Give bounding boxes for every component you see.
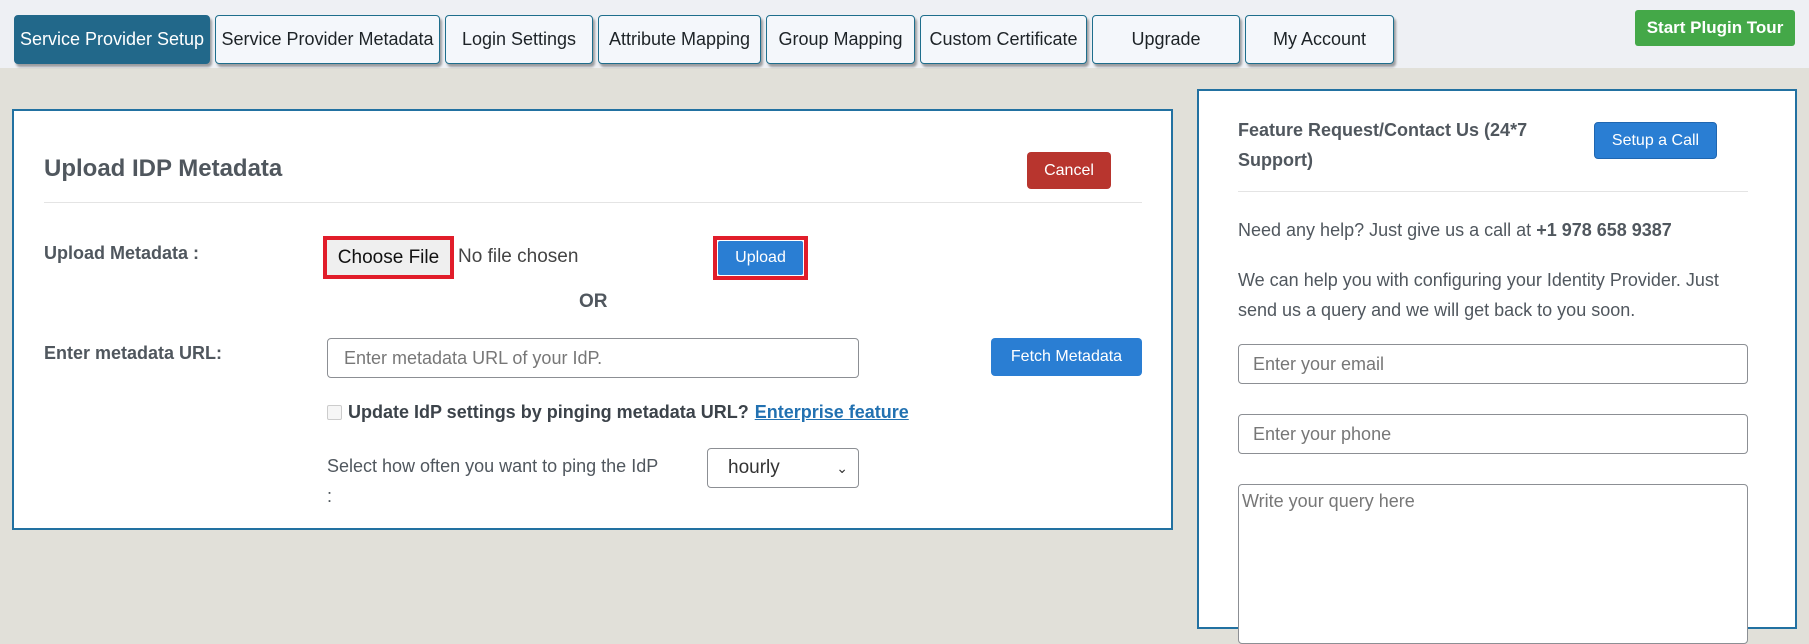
tab-service-provider-setup[interactable]: Service Provider Setup (14, 15, 210, 64)
fetch-metadata-button[interactable]: Fetch Metadata (991, 338, 1142, 376)
metadata-url-label: Enter metadata URL: (44, 343, 223, 363)
update-idp-label: Update IdP settings by pinging metadata … (348, 402, 749, 422)
tab-my-account[interactable]: My Account (1245, 15, 1394, 64)
support-phone: +1 978 658 9387 (1536, 220, 1672, 240)
ping-frequency-value: hourly (728, 457, 780, 478)
ping-frequency-label: Select how often you want to ping the Id… (327, 456, 658, 506)
choose-file-button[interactable]: Choose File (332, 246, 445, 270)
help-call-text: Need any help? Just give us a call at +1… (1238, 215, 1672, 245)
upload-button[interactable]: Upload (718, 241, 803, 275)
setup-call-button[interactable]: Setup a Call (1594, 122, 1717, 159)
help-text: Need any help? Just give us a call at (1238, 220, 1537, 240)
top-nav-bar: Service Provider Setup Service Provider … (0, 0, 1809, 68)
card-title: Upload IDP Metadata (44, 155, 283, 182)
tab-group-mapping[interactable]: Group Mapping (766, 15, 915, 64)
divider (1238, 191, 1748, 192)
enterprise-feature-link[interactable]: Enterprise feature (755, 402, 909, 423)
upload-idp-metadata-card: Upload IDP Metadata Cancel Upload Metada… (12, 109, 1173, 530)
query-textarea[interactable] (1238, 484, 1748, 644)
divider (44, 202, 1142, 203)
email-input[interactable] (1238, 344, 1748, 384)
metadata-url-input[interactable] (327, 338, 859, 378)
cancel-button[interactable]: Cancel (1027, 152, 1111, 189)
tab-bar: Service Provider Setup Service Provider … (14, 15, 1394, 64)
tab-custom-certificate[interactable]: Custom Certificate (920, 15, 1087, 64)
start-plugin-tour-button[interactable]: Start Plugin Tour (1635, 10, 1795, 46)
tab-attribute-mapping[interactable]: Attribute Mapping (598, 15, 761, 64)
ping-frequency-select[interactable]: hourly ⌄ (707, 448, 859, 488)
update-idp-checkbox[interactable] (327, 405, 342, 420)
file-status: No file chosen (458, 246, 579, 267)
tab-service-provider-metadata[interactable]: Service Provider Metadata (215, 15, 440, 64)
or-separator: OR (579, 291, 608, 312)
update-idp-row: Update IdP settings by pinging metadata … (327, 402, 909, 423)
chevron-down-icon: ⌄ (836, 459, 848, 476)
support-card: Feature Request/Contact Us (24*7 Support… (1197, 89, 1797, 644)
choose-file-highlight: Choose File (323, 236, 454, 279)
help-query-text: We can help you with configuring your Id… (1238, 270, 1719, 320)
upload-metadata-label: Upload Metadata : (44, 243, 200, 263)
upload-highlight: Upload (713, 236, 808, 280)
tab-upgrade[interactable]: Upgrade (1092, 15, 1240, 64)
phone-input[interactable] (1238, 414, 1748, 454)
support-title: Feature Request/Contact Us (24*7 Support… (1238, 120, 1528, 170)
tab-login-settings[interactable]: Login Settings (445, 15, 593, 64)
